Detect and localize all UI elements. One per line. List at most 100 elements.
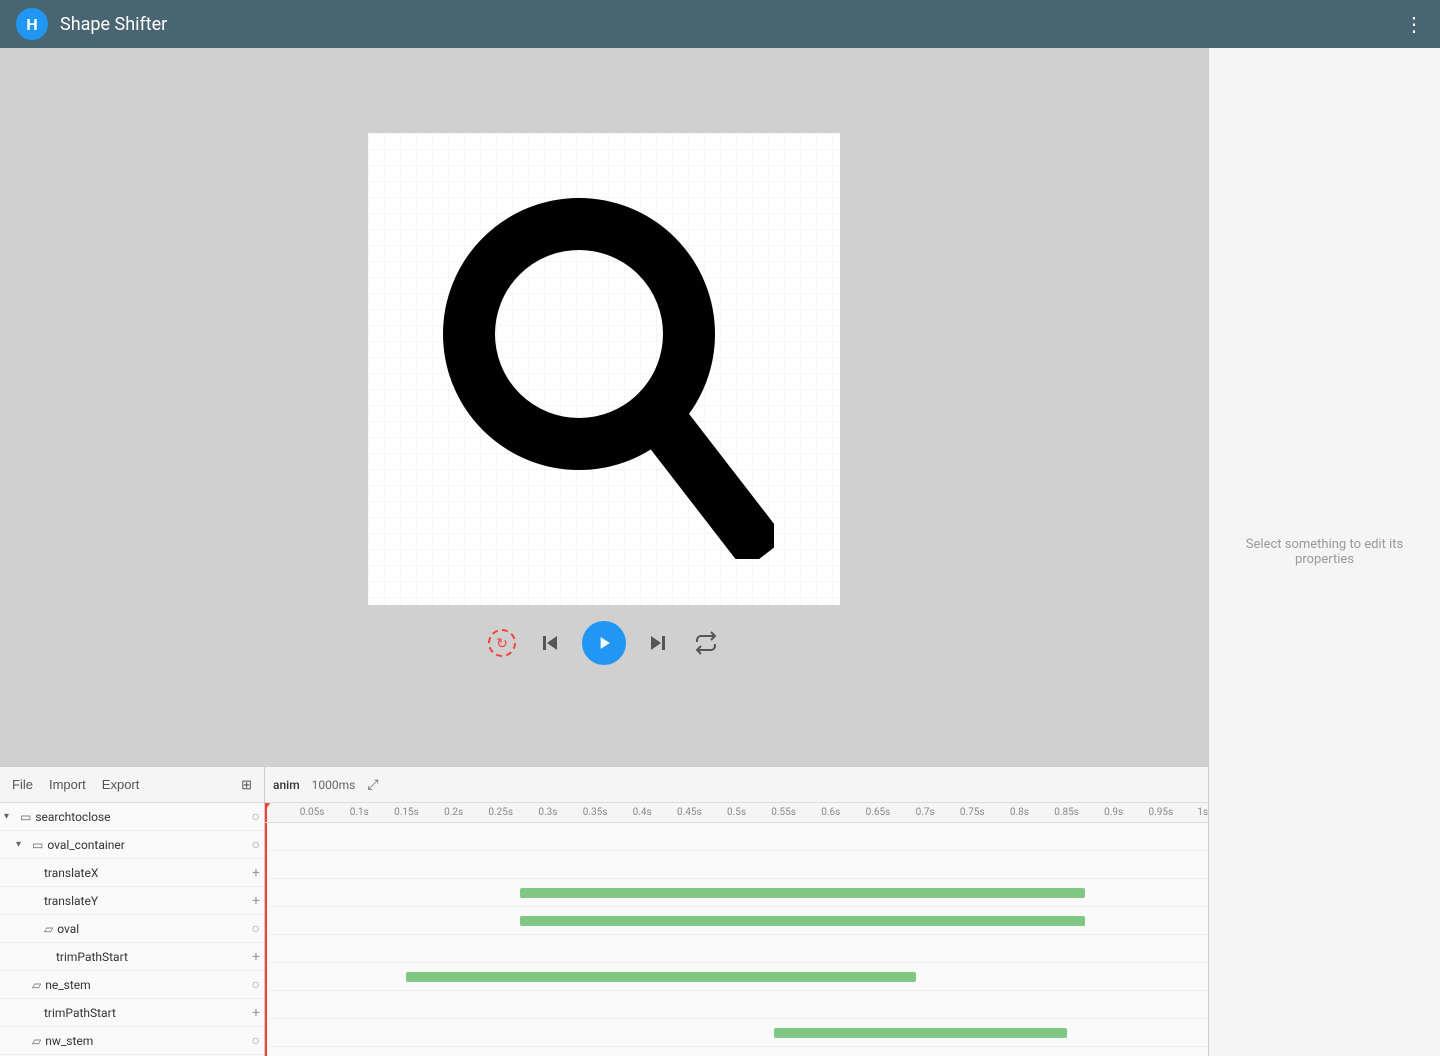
- layer-item[interactable]: trimPathStart +: [0, 943, 264, 971]
- play-button[interactable]: [582, 621, 626, 665]
- reset-icon: ↻: [488, 629, 516, 657]
- export-button[interactable]: Export: [98, 775, 144, 794]
- canvas-wrapper: [368, 133, 840, 605]
- path-icon: ▱: [44, 922, 53, 936]
- reset-button[interactable]: ↻: [486, 627, 518, 659]
- left-panel: ↻: [0, 48, 1208, 1056]
- expand-icon[interactable]: ⤢: [367, 777, 378, 793]
- time-marker: 0.9s: [1104, 807, 1123, 818]
- track-rows-container: [265, 823, 1208, 1056]
- timeline-layers-panel: File Import Export ⊞ ▾ ▭ searchtoclose ○: [0, 767, 265, 1056]
- time-marker: 0.2s: [444, 807, 463, 818]
- track-bar: [774, 1028, 1066, 1038]
- time-marker: 0.55s: [771, 807, 796, 818]
- time-marker: 0.75s: [960, 807, 985, 818]
- visibility-icon[interactable]: ○: [252, 836, 260, 853]
- track-row: [265, 963, 1208, 991]
- anim-duration: 1000ms: [312, 778, 356, 792]
- time-marker: 0.25s: [488, 807, 513, 818]
- skip-back-icon: [538, 631, 562, 655]
- layer-name: searchtoclose: [35, 810, 247, 824]
- time-marker: 0.85s: [1054, 807, 1079, 818]
- time-marker: 1s: [1197, 807, 1208, 818]
- playback-controls: ↻: [470, 605, 738, 681]
- visibility-icon[interactable]: ○: [252, 920, 260, 937]
- timeline-tracks-panel: anim 1000ms ⤢ 0.05s 0.1s 0.15s: [265, 767, 1208, 1056]
- path-icon: ▱: [32, 1034, 41, 1048]
- layer-name: ne_stem: [45, 978, 247, 992]
- properties-panel: Select something to edit its properties: [1208, 48, 1440, 1056]
- track-row: [265, 1047, 1208, 1056]
- add-layer-button[interactable]: ⊞: [237, 775, 256, 795]
- import-button[interactable]: Import: [45, 775, 90, 794]
- layer-item[interactable]: ▱ oval ○: [0, 915, 264, 943]
- main-area: ↻: [0, 48, 1440, 1056]
- add-keyframe-icon[interactable]: +: [252, 1005, 260, 1021]
- app-logo: H: [16, 8, 48, 40]
- chevron-down-icon: ▾: [4, 811, 16, 822]
- time-marker: 0.4s: [633, 807, 652, 818]
- group-icon: ▭: [32, 838, 43, 852]
- loop-icon: [694, 631, 718, 655]
- track-row: [265, 823, 1208, 851]
- add-keyframe-icon[interactable]: +: [252, 949, 260, 965]
- loop-button[interactable]: [690, 627, 722, 659]
- time-marker: 0.05s: [300, 807, 325, 818]
- timeline-layers-list: ▾ ▭ searchtoclose ○ ▾ ▭ oval_container ○: [0, 803, 264, 1056]
- track-row: [265, 907, 1208, 935]
- header-left: H Shape Shifter: [16, 8, 167, 40]
- visibility-icon[interactable]: ○: [252, 1032, 260, 1049]
- time-marker: 0.3s: [538, 807, 557, 818]
- visibility-icon[interactable]: ○: [252, 808, 260, 825]
- skip-back-button[interactable]: [534, 627, 566, 659]
- time-marker: 0.8s: [1010, 807, 1029, 818]
- layer-item[interactable]: ▱ ne_stem ○: [0, 971, 264, 999]
- app-header: H Shape Shifter ⋮: [0, 0, 1440, 48]
- layer-name: trimPathStart: [56, 950, 248, 964]
- layer-name: oval: [57, 922, 247, 936]
- add-keyframe-icon[interactable]: +: [252, 865, 260, 881]
- time-marker: 0.1s: [350, 807, 369, 818]
- skip-forward-icon: [646, 631, 670, 655]
- timeline-header: anim 1000ms ⤢: [265, 767, 1208, 803]
- search-icon-canvas: [434, 179, 774, 559]
- layer-name: translateX: [44, 866, 248, 880]
- time-marker: 0.95s: [1149, 807, 1174, 818]
- track-row: [265, 935, 1208, 963]
- layer-name: translateY: [44, 894, 248, 908]
- time-marker: 0.15s: [394, 807, 419, 818]
- menu-icon[interactable]: ⋮: [1404, 12, 1424, 36]
- track-bar: [406, 972, 915, 982]
- layer-item[interactable]: trimPathStart +: [0, 999, 264, 1027]
- layer-item[interactable]: ▾ ▭ oval_container ○: [0, 831, 264, 859]
- time-marker: 0.6s: [821, 807, 840, 818]
- layer-name: trimPathStart: [44, 1006, 248, 1020]
- track-row: [265, 879, 1208, 907]
- time-ruler: 0.05s 0.1s 0.15s 0.2s 0.25s 0.3s 0.35s 0…: [265, 803, 1208, 823]
- track-bar: [520, 916, 1086, 926]
- file-button[interactable]: File: [8, 775, 37, 794]
- app-title: Shape Shifter: [60, 14, 167, 35]
- properties-placeholder: Select something to edit its properties: [1209, 521, 1440, 583]
- add-keyframe-icon[interactable]: +: [252, 893, 260, 909]
- playhead-triangle: [265, 803, 270, 811]
- skip-forward-button[interactable]: [642, 627, 674, 659]
- time-marker: 0.7s: [916, 807, 935, 818]
- layer-item[interactable]: ▾ ▭ searchtoclose ○: [0, 803, 264, 831]
- time-marker: 0.65s: [866, 807, 891, 818]
- chevron-down-icon: ▾: [16, 839, 28, 850]
- time-marker: 0.5s: [727, 807, 746, 818]
- timeline-tracks-area[interactable]: 0.05s 0.1s 0.15s 0.2s 0.25s 0.3s 0.35s 0…: [265, 803, 1208, 1056]
- track-row: [265, 991, 1208, 1019]
- layer-item[interactable]: ▱ nw_stem ○: [0, 1027, 264, 1055]
- layer-name: nw_stem: [45, 1034, 247, 1048]
- play-icon: [594, 633, 614, 653]
- canvas-area: ↻: [0, 48, 1208, 766]
- layer-item[interactable]: translateY +: [0, 887, 264, 915]
- layer-item[interactable]: translateX +: [0, 859, 264, 887]
- timeline-section: File Import Export ⊞ ▾ ▭ searchtoclose ○: [0, 766, 1208, 1056]
- track-bar: [520, 888, 1086, 898]
- timeline-toolbar: File Import Export ⊞: [0, 767, 264, 803]
- visibility-icon[interactable]: ○: [252, 976, 260, 993]
- layer-name: oval_container: [47, 838, 247, 852]
